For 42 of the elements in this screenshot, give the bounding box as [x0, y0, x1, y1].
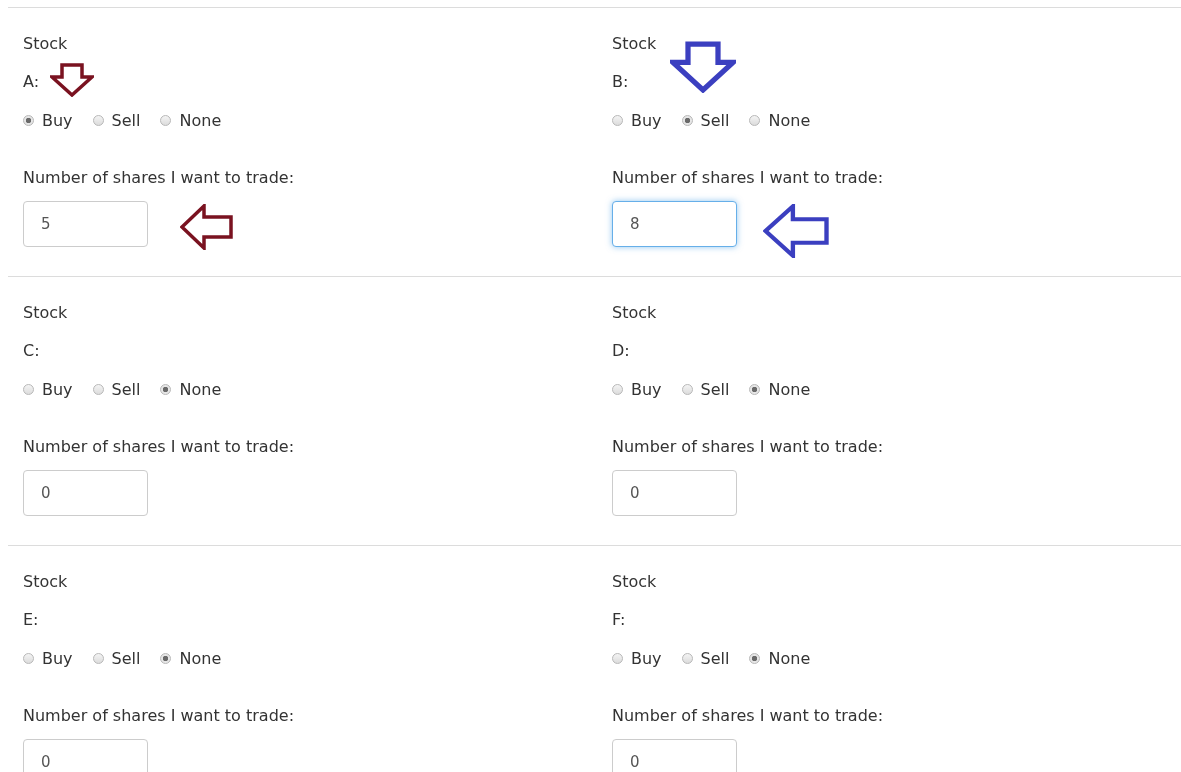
stock-label: D:	[612, 340, 630, 362]
stock-heading: Stock	[23, 571, 68, 593]
stock-heading: Stock	[612, 302, 657, 324]
radio-option[interactable]: Buy	[23, 110, 73, 130]
radio-option[interactable]: Sell	[681, 379, 730, 399]
quantity-field[interactable]: 0	[23, 470, 148, 516]
quantity-label: Number of shares I want to trade:	[612, 436, 884, 458]
quantity-field[interactable]: 0	[612, 470, 737, 516]
stock-label: E:	[23, 609, 39, 631]
radio-option[interactable]: None	[160, 648, 222, 668]
stock-label: A:	[23, 71, 40, 93]
stock-heading: Stock	[23, 302, 68, 324]
quantity-field[interactable]: 0	[612, 739, 737, 772]
quantity-label: Number of shares I want to trade:	[23, 436, 295, 458]
radio-option[interactable]: None	[749, 379, 811, 399]
radio-option[interactable]: Buy	[612, 648, 662, 668]
radio-option[interactable]: Sell	[681, 648, 730, 668]
radio-option[interactable]: Buy	[23, 648, 73, 668]
stock-heading: Stock	[612, 33, 657, 55]
stock-label: B:	[612, 71, 629, 93]
quantity-label: Number of shares I want to trade:	[23, 705, 295, 727]
radio-option[interactable]: Sell	[92, 379, 141, 399]
radio-option[interactable]: Buy	[612, 379, 662, 399]
stock-label: F:	[612, 609, 626, 631]
stock-heading: Stock	[612, 571, 657, 593]
radio-option[interactable]: None	[749, 110, 811, 130]
quantity-field[interactable]: 0	[23, 739, 148, 772]
radio-option[interactable]: Sell	[92, 110, 141, 130]
radio-option[interactable]: None	[160, 110, 222, 130]
stock-heading: Stock	[23, 33, 68, 55]
stock-label: C:	[23, 340, 40, 362]
radio-option[interactable]: None	[160, 379, 222, 399]
radio-option[interactable]: Sell	[681, 110, 730, 130]
quantity-label: Number of shares I want to trade:	[612, 705, 884, 727]
quantity-label: Number of shares I want to trade:	[612, 167, 884, 189]
quantity-field[interactable]: 8	[612, 201, 737, 247]
radio-option[interactable]: Buy	[23, 379, 73, 399]
quantity-field[interactable]: 5	[23, 201, 148, 247]
radio-option[interactable]: Buy	[612, 110, 662, 130]
quantity-label: Number of shares I want to trade:	[23, 167, 295, 189]
radio-option[interactable]: None	[749, 648, 811, 668]
radio-option[interactable]: Sell	[92, 648, 141, 668]
